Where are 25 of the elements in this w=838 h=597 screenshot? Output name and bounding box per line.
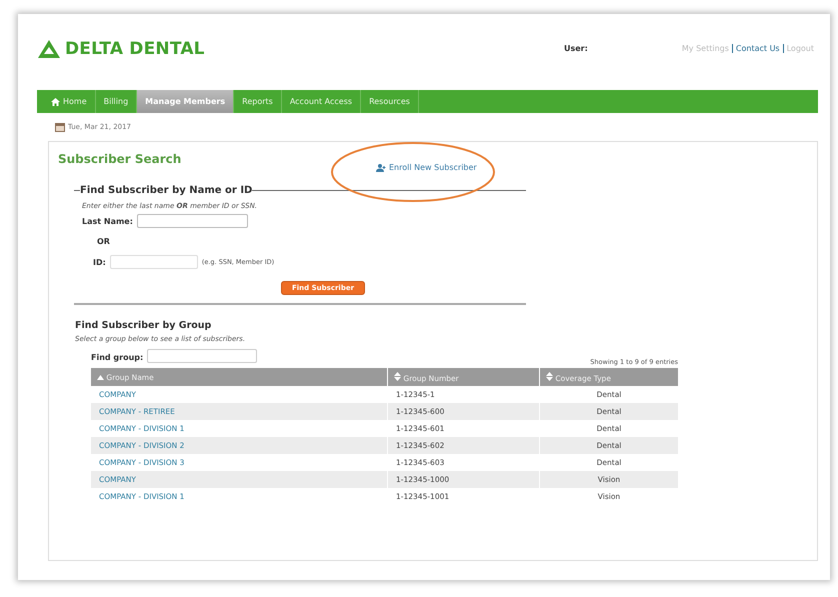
- logo-text: DELTA DENTAL: [65, 39, 205, 59]
- nav-tab[interactable]: Resources: [361, 90, 419, 113]
- section-legend: Find Subscriber by Name or ID: [80, 185, 252, 196]
- last-name-field[interactable]: [136, 214, 248, 228]
- user-label: User:: [564, 44, 589, 52]
- user-add-icon: [376, 164, 386, 172]
- nav-tab[interactable]: Home: [43, 90, 96, 113]
- nav-tab[interactable]: Account Access: [282, 90, 362, 113]
- id-label: ID:: [93, 258, 106, 266]
- last-name-label: Last Name:: [82, 216, 133, 226]
- id-field[interactable]: [110, 255, 198, 269]
- header-link[interactable]: My Settings: [682, 44, 729, 52]
- nav-tab[interactable]: Reports: [234, 90, 282, 113]
- find-group-label: Find group:: [91, 353, 144, 362]
- panel-title: Subscriber Search: [58, 152, 182, 166]
- or-label: OR: [97, 237, 111, 246]
- nav-tab[interactable]: Manage Members: [137, 90, 234, 113]
- calendar-icon: [55, 122, 65, 132]
- home-icon: [51, 98, 60, 106]
- header-link[interactable]: Logout: [786, 44, 814, 52]
- enroll-link[interactable]: Enroll New Subscriber: [376, 163, 477, 172]
- header-link[interactable]: Contact Us: [736, 44, 780, 52]
- delta-logo-icon: [37, 39, 61, 59]
- find-group-field[interactable]: [147, 349, 258, 363]
- section-title: Find Subscriber by Group: [75, 320, 212, 331]
